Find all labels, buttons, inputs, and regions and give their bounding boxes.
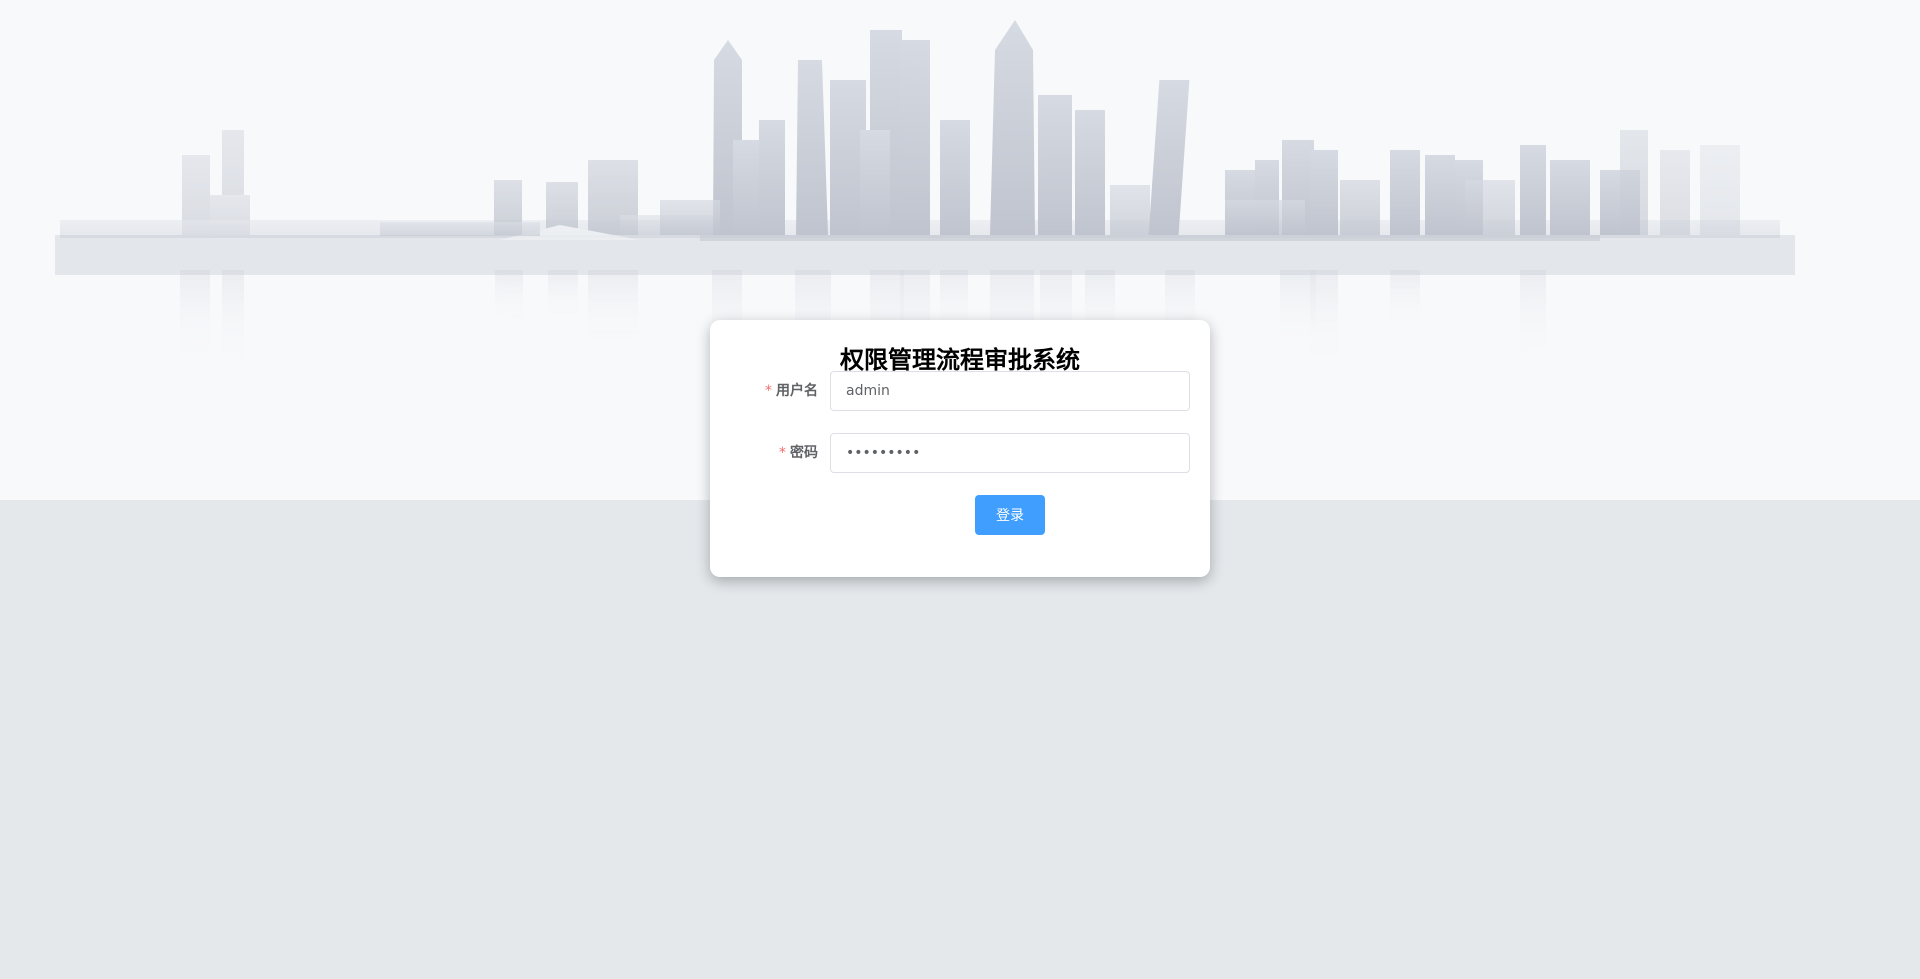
password-row: * 密码 (710, 433, 1210, 473)
username-label: * 用户名 (710, 371, 818, 411)
password-input[interactable] (830, 433, 1190, 473)
password-label: * 密码 (710, 433, 818, 473)
required-mark: * (779, 445, 786, 461)
required-mark: * (765, 383, 772, 399)
system-title: 权限管理流程审批系统 (840, 346, 1080, 374)
username-label-text: 用户名 (776, 383, 818, 399)
login-card: 权限管理流程审批系统 *用户名 *密码 登录 (710, 320, 1210, 577)
login-button[interactable]: 登录 (975, 495, 1045, 535)
username-row: * 用户名 (710, 371, 1210, 411)
password-label-text: 密码 (790, 445, 818, 461)
login-page: 权限管理流程审批系统 *用户名 *密码 登录 (0, 0, 1920, 979)
username-input[interactable] (830, 371, 1190, 411)
